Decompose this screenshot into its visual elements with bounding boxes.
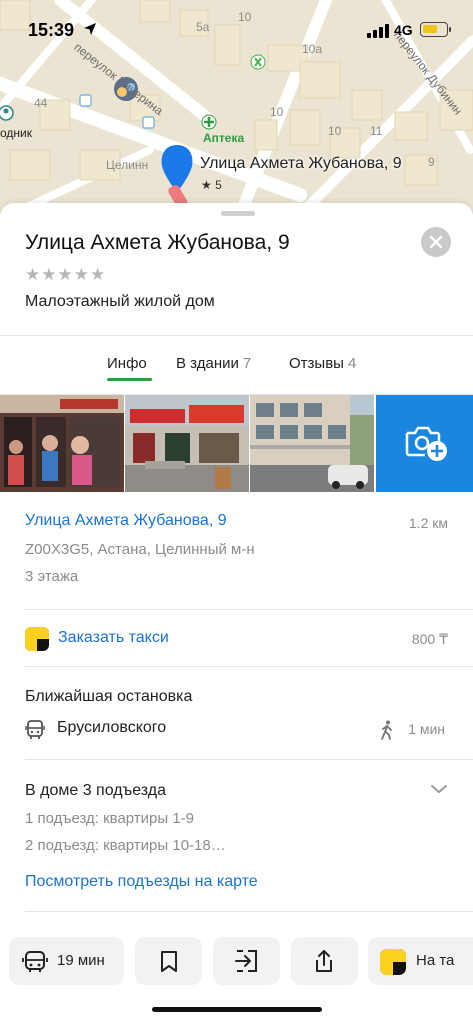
battery-icon	[420, 22, 451, 37]
photo-thumbnail[interactable]	[0, 395, 124, 492]
route-time: 19 мин	[57, 952, 105, 969]
taxi-button-label: На та	[416, 952, 455, 969]
tab-reviews[interactable]: Отзывы 4	[289, 355, 356, 372]
status-bar: 15:39 4G	[0, 0, 473, 58]
close-icon	[429, 235, 443, 249]
distance: 1.2 км	[408, 515, 448, 531]
house-number: 10	[270, 105, 284, 119]
place-title: Улица Ахмета Жубанова, 9	[25, 231, 290, 254]
photo-gallery[interactable]	[0, 395, 473, 492]
divider	[25, 911, 473, 912]
address-link[interactable]: Улица Ахмета Жубанова, 9	[25, 512, 227, 530]
entrances-heading[interactable]: В доме 3 подъезда	[25, 782, 166, 800]
home-indicator[interactable]	[152, 1007, 322, 1012]
poi-label-partial: одник	[0, 126, 32, 140]
photo-thumbnail[interactable]	[125, 395, 249, 492]
active-tab-indicator	[107, 378, 152, 381]
taxi-button[interactable]: На та	[368, 937, 473, 985]
divider	[25, 759, 473, 760]
bus-icon	[25, 720, 45, 739]
place-card: Улица Ахмета Жубанова, 9 ★★★★★ Малоэтажн…	[0, 203, 473, 1024]
photo-thumbnail[interactable]	[250, 395, 374, 492]
signal-icon	[367, 24, 389, 38]
entrances-map-link[interactable]: Посмотреть подъезды на карте	[25, 873, 258, 891]
bus-icon	[22, 951, 48, 972]
taxi-price: 800 ₸	[411, 631, 448, 647]
tab-in-building-label: В здании	[176, 355, 239, 372]
pharmacy-label[interactable]: Аптека	[203, 131, 244, 145]
tab-in-building[interactable]: В здании 7	[176, 355, 251, 372]
postal-address: Z00X3G5, Астана, Целинный м-н	[25, 541, 255, 558]
divider	[0, 335, 473, 336]
tab-bar: Инфо В здании 7 Отзывы 4	[0, 349, 473, 389]
house-number: 10	[328, 124, 342, 138]
walk-time: 1 мин	[408, 721, 445, 737]
walking-icon	[381, 720, 392, 740]
floors-count: 3 этажа	[25, 568, 79, 585]
district-label: Целинн	[106, 158, 149, 172]
add-photo-icon	[405, 426, 447, 461]
nearest-stop-heading: Ближайшая остановка	[25, 688, 193, 705]
place-category: Малоэтажный жилой дом	[25, 293, 215, 310]
bookmark-button[interactable]	[135, 937, 202, 985]
share-button[interactable]	[291, 937, 358, 985]
entrance-line: 1 подъезд: квартиры 1-9	[25, 810, 195, 827]
taxi-icon	[25, 627, 49, 651]
stop-name[interactable]: Брусиловского	[57, 719, 166, 737]
sheet-grabber[interactable]	[221, 211, 255, 216]
route-button[interactable]: 19 мин	[9, 937, 124, 985]
network-type: 4G	[394, 22, 413, 38]
pin-title[interactable]: Улица Ахмета Жубанова, 9	[200, 155, 402, 173]
status-time: 15:39	[28, 20, 75, 40]
house-number: 44	[34, 96, 48, 110]
entrance-line: 2 подъезд: квартиры 10-18…	[25, 837, 226, 854]
rating-stars[interactable]: ★★★★★	[25, 265, 106, 285]
divider	[25, 666, 473, 667]
tab-reviews-count: 4	[347, 355, 357, 372]
divider	[25, 609, 473, 610]
share-icon	[316, 950, 332, 972]
tab-reviews-label: Отзывы	[289, 355, 344, 372]
add-photo-button[interactable]	[376, 395, 473, 492]
chevron-down-icon[interactable]	[430, 783, 448, 795]
house-number: 11	[370, 124, 383, 138]
close-button[interactable]	[421, 227, 451, 257]
tab-info[interactable]: Инфо	[107, 355, 147, 372]
taxi-icon	[380, 949, 406, 975]
bookmark-icon	[161, 951, 177, 972]
entrance-icon	[235, 950, 257, 972]
enter-building-button[interactable]	[213, 937, 280, 985]
order-taxi-link[interactable]: Заказать такси	[58, 629, 169, 647]
location-arrow-icon	[84, 23, 96, 35]
house-number: 9	[428, 155, 435, 169]
tab-info-label: Инфо	[107, 355, 147, 372]
tab-in-building-count: 7	[242, 355, 252, 372]
pin-rating: ★ 5	[201, 178, 222, 192]
